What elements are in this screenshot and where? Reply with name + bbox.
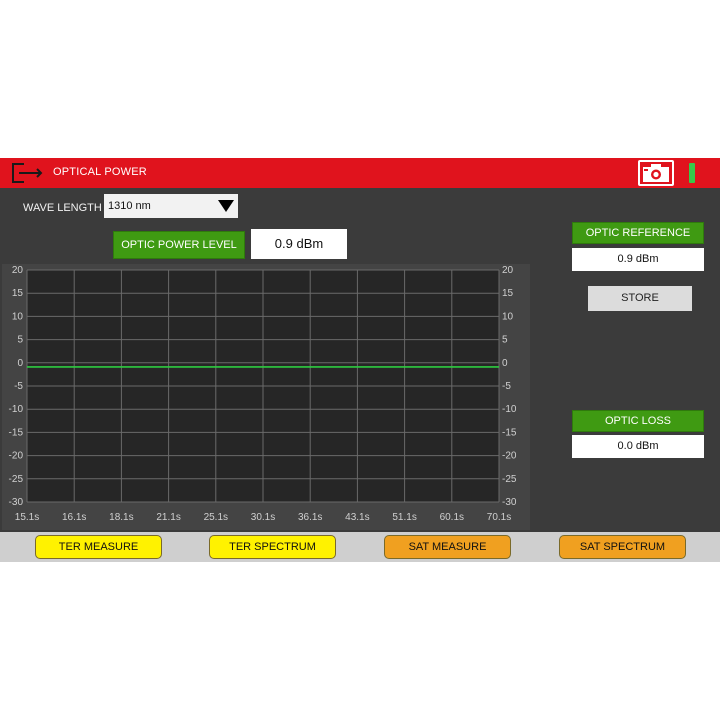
wavelength-select[interactable]: 1310 nm	[104, 194, 238, 218]
y-tick-label-right: -20	[502, 451, 517, 462]
optical-power-screen: OPTICAL POWER WAVE LENGTH 1310 nm OPTIC …	[0, 158, 720, 562]
y-tick-label-left: 0	[17, 358, 23, 369]
y-tick-label-right: -15	[502, 427, 517, 438]
x-tick-label: 60.1s	[440, 512, 464, 523]
y-tick-label-right: -25	[502, 474, 517, 485]
x-tick-label: 70.1s	[487, 512, 511, 523]
y-tick-label-left: -20	[9, 451, 24, 462]
wavelength-value: 1310 nm	[108, 200, 151, 212]
optic-power-level-label: OPTIC POWER LEVEL	[113, 231, 245, 259]
y-tick-label-left: -10	[9, 404, 24, 415]
x-tick-label: 43.1s	[345, 512, 369, 523]
y-tick-label-right: 20	[502, 265, 514, 276]
app-title: OPTICAL POWER	[53, 166, 147, 178]
y-tick-label-right: 10	[502, 311, 514, 322]
y-tick-label-left: -5	[14, 381, 23, 392]
y-tick-label-left: -15	[9, 427, 24, 438]
sat-measure-button[interactable]: SAT MEASURE	[384, 535, 511, 559]
x-tick-label: 51.1s	[392, 512, 416, 523]
optic-reference-label: OPTIC REFERENCE	[572, 222, 704, 244]
x-tick-label: 30.1s	[251, 512, 275, 523]
y-tick-label-left: 10	[12, 311, 24, 322]
sat-spectrum-button[interactable]: SAT SPECTRUM	[559, 535, 686, 559]
y-tick-label-left: -25	[9, 474, 24, 485]
y-tick-label-right: 15	[502, 288, 514, 299]
y-tick-label-right: 5	[502, 335, 508, 346]
bottom-nav-bar: TER MEASURE TER SPECTRUM SAT MEASURE SAT…	[0, 532, 720, 562]
dropdown-arrow-icon	[218, 200, 234, 212]
optic-power-level-value: 0.9 dBm	[251, 229, 347, 259]
x-tick-label: 21.1s	[156, 512, 180, 523]
y-tick-label-right: -10	[502, 404, 517, 415]
camera-icon	[643, 164, 669, 182]
store-button[interactable]: STORE	[588, 286, 692, 311]
wavelength-label: WAVE LENGTH	[23, 202, 102, 214]
ter-spectrum-button[interactable]: TER SPECTRUM	[209, 535, 336, 559]
y-tick-label-left: 15	[12, 288, 24, 299]
x-tick-label: 15.1s	[15, 512, 39, 523]
ter-measure-button[interactable]: TER MEASURE	[35, 535, 162, 559]
y-tick-label-right: 0	[502, 358, 508, 369]
y-tick-label-left: -30	[9, 497, 24, 508]
camera-button[interactable]	[638, 160, 674, 186]
x-tick-label: 36.1s	[298, 512, 322, 523]
header-bar: OPTICAL POWER	[0, 158, 720, 188]
battery-icon	[689, 163, 695, 183]
power-chart: 20 15 10 5 0 -5 -10 -15 -20 -25 -30 20 15 10 5 0 -5 -10 -…	[2, 264, 530, 530]
y-tick-label-right: -5	[502, 381, 511, 392]
optic-loss-value: 0.0 dBm	[572, 435, 704, 458]
exit-icon[interactable]	[10, 161, 46, 185]
x-tick-label: 16.1s	[62, 512, 86, 523]
x-tick-label: 25.1s	[204, 512, 228, 523]
x-tick-label: 18.1s	[109, 512, 133, 523]
optic-reference-value: 0.9 dBm	[572, 248, 704, 271]
optic-loss-label: OPTIC LOSS	[572, 410, 704, 432]
y-tick-label-left: 20	[12, 265, 24, 276]
y-tick-label-left: 5	[17, 335, 23, 346]
y-tick-label-right: -30	[502, 497, 517, 508]
